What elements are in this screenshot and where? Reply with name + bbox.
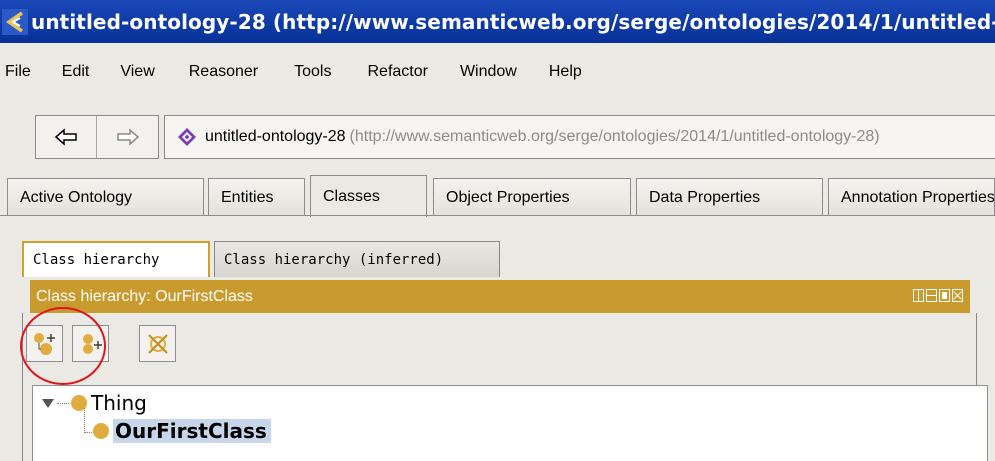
menu-view[interactable]: View [120,63,154,81]
class-icon [93,423,109,439]
delete-class-button[interactable] [139,325,176,362]
tab-class-hierarchy[interactable]: Class hierarchy [22,241,210,277]
class-hierarchy-view-header: Class hierarchy: OurFirstClass [30,280,970,313]
menu-reasoner[interactable]: Reasoner [189,63,258,81]
main-tab-strip: Active Ontology Entities Classes Object … [0,175,995,218]
menu-tools[interactable]: Tools [294,63,331,81]
active-ontology-selector[interactable]: untitled-ontology-28 (http://www.semanti… [164,115,995,159]
tree-node-ourfirstclass[interactable]: OurFirstClass [93,419,271,443]
arrow-left-icon [54,128,77,146]
ontology-name: untitled-ontology-28 [205,128,346,145]
window-title-bar[interactable]: untitled-ontology-28 (http://www.semanti… [0,0,995,43]
menu-edit[interactable]: Edit [62,63,90,81]
tab-entities[interactable]: Entities [208,178,305,216]
tree-connector-vertical [84,408,85,433]
back-button[interactable] [36,116,97,158]
split-vertical-icon[interactable] [913,289,924,302]
view-header-title: Class hierarchy: OurFirstClass [36,287,253,305]
ontology-iri: (http://www.semanticweb.org/serge/ontolo… [349,128,880,145]
tree-connector [57,402,69,404]
menu-bar: File Edit View Reasoner Tools Refactor W… [0,52,995,92]
menu-help[interactable]: Help [549,63,582,81]
arrow-right-icon [116,128,139,146]
split-horizontal-icon[interactable] [926,289,937,302]
tab-classes[interactable]: Classes [310,175,427,217]
expanded-triangle-icon[interactable] [41,396,55,410]
close-view-icon[interactable] [952,289,963,302]
tab-object-properties[interactable]: Object Properties [433,178,631,216]
tab-annotation-properties[interactable]: Annotation Properties [828,178,995,216]
class-hierarchy-toolbar [23,313,976,373]
forward-button[interactable] [97,116,158,158]
delete-class-icon [147,333,168,354]
tab-active-ontology[interactable]: Active Ontology [7,178,204,216]
history-navigation [35,115,159,159]
tree-label-thing: Thing [91,391,147,415]
annotation-highlight-circle [20,307,106,385]
class-tree[interactable]: Thing OurFirstClass [32,385,988,461]
tab-class-hierarchy-inferred[interactable]: Class hierarchy (inferred) [214,241,500,277]
tab-data-properties[interactable]: Data Properties [636,178,823,216]
menu-file[interactable]: File [5,63,31,81]
view-controls [913,289,963,302]
window-title: untitled-ontology-28 (http://www.semanti… [31,9,995,34]
protege-app-icon [2,8,28,35]
float-view-icon[interactable] [939,289,950,302]
menu-window[interactable]: Window [460,63,517,81]
tree-node-thing[interactable]: Thing [41,391,147,415]
ontology-diamond-icon [178,128,196,146]
tab-strip-divider [0,215,995,216]
tree-label-ourfirstclass: OurFirstClass [113,419,271,443]
menu-refactor[interactable]: Refactor [367,63,427,81]
